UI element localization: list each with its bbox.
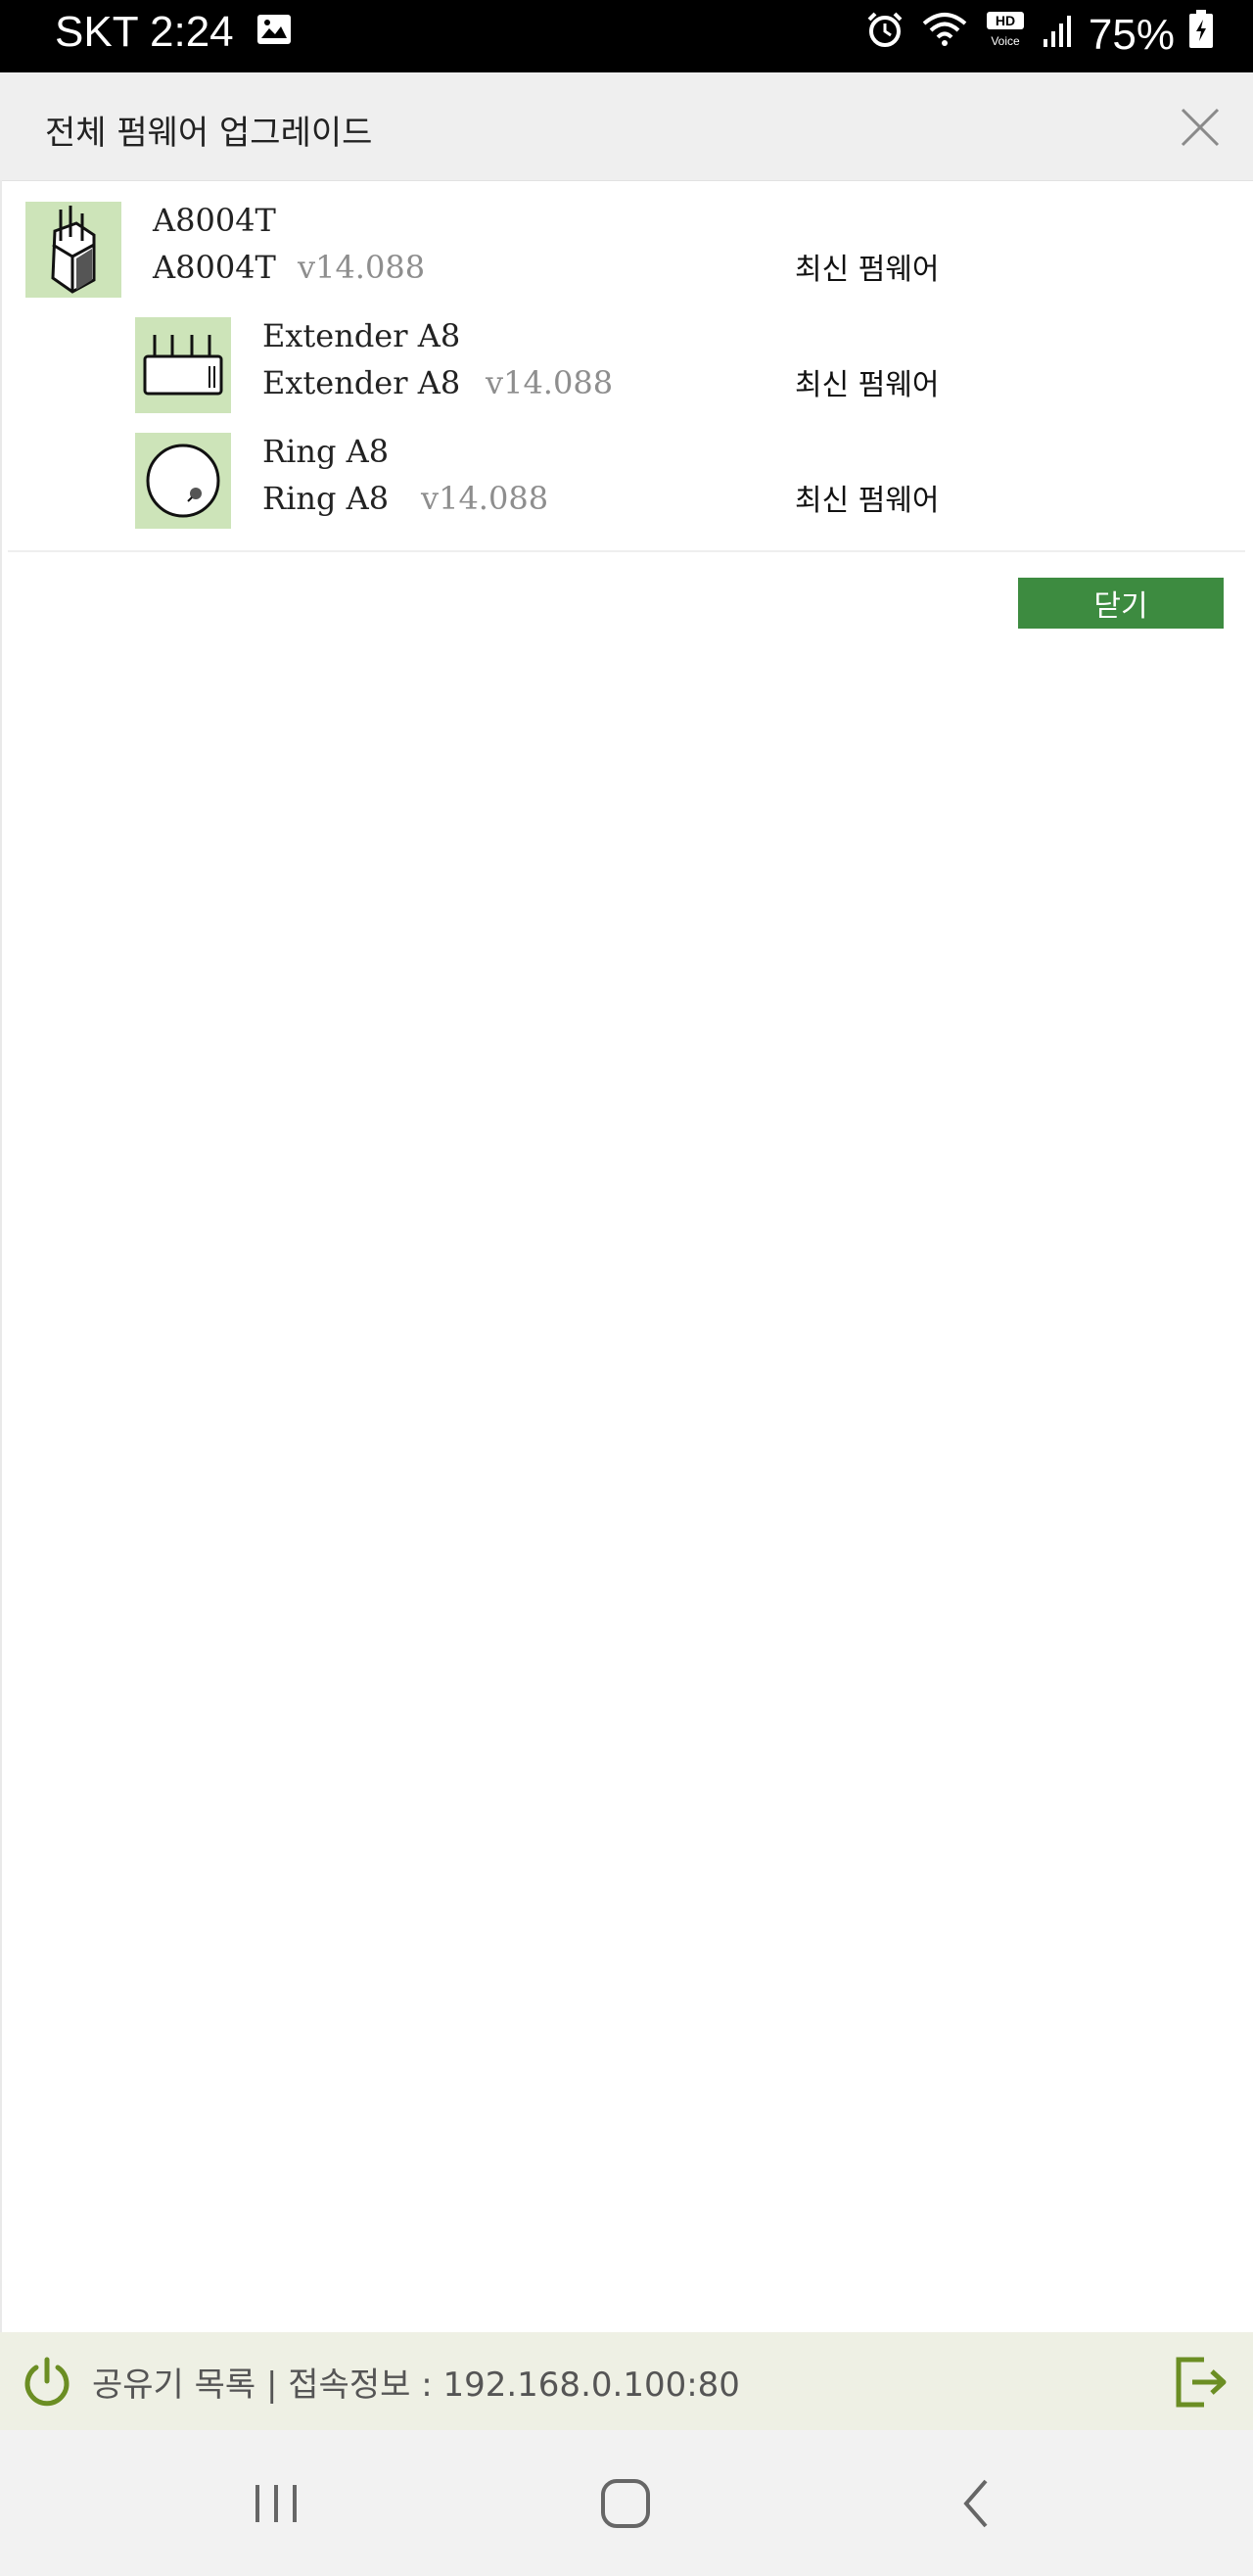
router-icon [25,202,121,298]
connection-info-text[interactable]: 공유기 목록 | 접속정보 : 192.168.0.100:80 [92,2358,740,2406]
alarm-icon [863,8,906,62]
dialog-border [0,180,2,2332]
dialog-header: 전체 펌웨어 업그레이드 [0,72,1253,181]
logout-icon[interactable] [1171,2352,1231,2412]
device-version: v14.088 [421,480,549,517]
signal-icon [1042,11,1075,60]
carrier-time: SKT 2:24 [55,8,234,56]
device-name: A8004T [153,202,276,239]
device-version: v14.088 [486,364,614,401]
dialog-title: 전체 펌웨어 업그레이드 [45,114,373,153]
battery-icon [1188,10,1214,60]
recent-apps-icon[interactable] [242,2469,310,2538]
list-item[interactable]: A8004T A8004T v14.088 최신 펌웨어 [25,202,1239,304]
device-model: Extender A8 [262,364,461,401]
ring-icon [135,433,231,529]
firmware-status: 최신 펌웨어 [795,368,940,402]
image-icon [255,8,293,57]
connection-info-bar: 공유기 목록 | 접속정보 : 192.168.0.100:80 [0,2332,1253,2430]
extender-icon [135,317,231,413]
device-version: v14.088 [298,249,426,286]
firmware-status: 최신 펌웨어 [795,484,940,518]
firmware-status: 최신 펌웨어 [795,253,940,287]
list-item[interactable]: Ring A8 Ring A8 v14.088 최신 펌웨어 [135,433,1239,535]
device-name: Ring A8 [262,433,390,470]
navigation-bar [0,2430,1253,2576]
device-list: A8004T A8004T v14.088 최신 펌웨어 Extender A8… [8,180,1245,552]
status-right: HD Voice 75% [863,8,1214,62]
back-icon[interactable] [943,2469,1011,2538]
battery-percent: 75% [1088,10,1175,59]
power-icon[interactable] [20,2354,74,2409]
device-model: Ring A8 [262,480,390,517]
wifi-icon [920,10,969,60]
list-item[interactable]: Extender A8 Extender A8 v14.088 최신 펌웨어 [135,317,1239,419]
status-left: SKT 2:24 [55,8,293,57]
status-bar: SKT 2:24 HD Voice 75% [0,0,1253,72]
svg-text:Voice: Voice [991,34,1020,48]
device-model: A8004T [153,249,276,286]
device-name: Extender A8 [262,317,461,354]
svg-text:HD: HD [996,13,1015,28]
home-icon[interactable] [591,2469,660,2538]
close-button[interactable]: 닫기 [1018,578,1224,629]
close-icon[interactable] [1175,102,1226,153]
hd-voice-icon: HD Voice [983,10,1028,60]
